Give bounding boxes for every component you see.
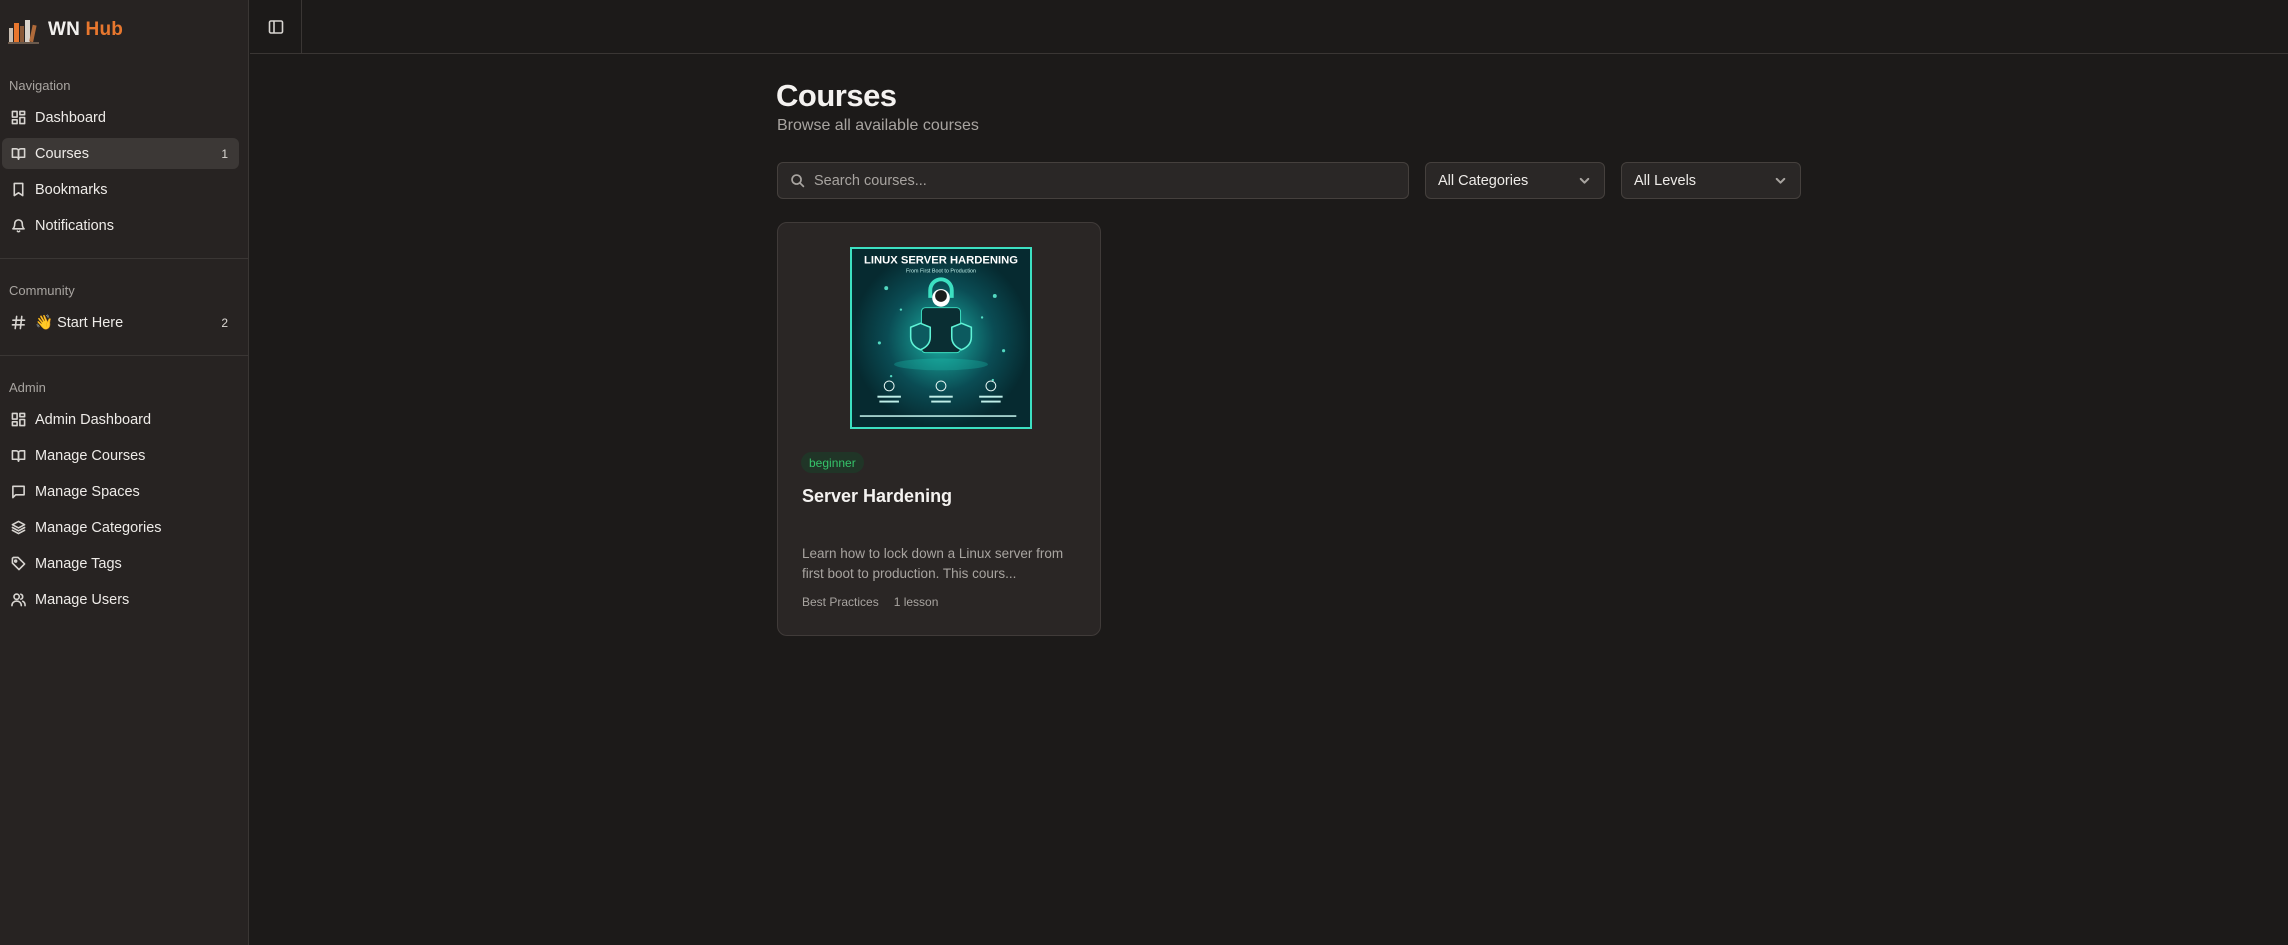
books-logo-icon <box>8 20 39 44</box>
sidebar-item-manage-courses[interactable]: Manage Courses <box>2 440 239 471</box>
hash-icon <box>10 315 26 331</box>
sidebar-item-admin-dashboard[interactable]: Admin Dashboard <box>2 404 239 435</box>
level-badge: beginner <box>801 452 864 473</box>
sidebar-divider <box>0 258 249 259</box>
sidebar-item-manage-spaces[interactable]: Manage Spaces <box>2 476 239 507</box>
sidebar-item-label: Admin Dashboard <box>35 411 152 428</box>
sidebar-item-label: Manage Courses <box>35 447 146 464</box>
sidebar-item-label: Manage Categories <box>35 519 162 536</box>
sidebar-item-label: Dashboard <box>35 109 106 126</box>
section-label-admin: Admin <box>9 380 46 395</box>
top-bar <box>250 0 2288 54</box>
bell-icon <box>10 218 26 234</box>
dashboard-grid-icon <box>10 110 26 126</box>
brand-logo-link[interactable]: WN Hub <box>8 16 123 44</box>
panel-left-icon <box>268 19 283 34</box>
sidebar-item-label: Courses <box>35 145 89 162</box>
sidebar-item-dashboard[interactable]: Dashboard <box>2 102 239 133</box>
sidebar-item-label: Manage Tags <box>35 555 122 572</box>
sidebar-item-start-here[interactable]: 👋 Start Here 2 <box>2 307 239 338</box>
book-open-icon <box>10 146 26 162</box>
category-filter-select[interactable]: All Categories <box>1425 162 1605 199</box>
brand-name: WN Hub <box>48 19 124 40</box>
course-card[interactable]: LINUX SERVER HARDENING From First Boot t… <box>777 222 1101 636</box>
message-square-icon <box>10 484 26 500</box>
thumbnail-subtitle: From First Boot to Production <box>906 268 976 274</box>
sidebar-divider <box>0 355 249 356</box>
sidebar-toggle-button[interactable] <box>250 0 302 53</box>
count-badge: 1 <box>221 146 228 161</box>
course-category: Best Practices <box>802 595 879 609</box>
dashboard-grid-icon <box>10 412 26 428</box>
count-badge: 2 <box>221 315 228 330</box>
course-thumbnail-image: LINUX SERVER HARDENING From First Boot t… <box>852 249 1030 427</box>
course-meta: Best Practices 1 lesson <box>802 595 938 609</box>
page-subtitle: Browse all available courses <box>777 117 979 134</box>
sidebar-item-courses[interactable]: Courses 1 <box>2 138 239 169</box>
course-title: Server Hardening <box>802 486 953 506</box>
tag-icon <box>10 556 26 572</box>
search-box[interactable] <box>777 162 1409 199</box>
level-filter-value: All Levels <box>1634 172 1697 189</box>
search-icon <box>791 174 805 188</box>
users-icon <box>10 592 26 608</box>
section-label-navigation: Navigation <box>9 78 71 93</box>
chevron-down-icon <box>1775 177 1786 184</box>
sidebar-item-bookmarks[interactable]: Bookmarks <box>2 174 239 205</box>
sidebar-item-notifications[interactable]: Notifications <box>2 210 239 241</box>
course-thumbnail: LINUX SERVER HARDENING From First Boot t… <box>850 247 1032 429</box>
sidebar-item-label: 👋 Start Here <box>35 315 124 331</box>
section-label-community: Community <box>9 283 75 298</box>
sidebar-item-label: Bookmarks <box>35 181 108 198</box>
sidebar-item-manage-tags[interactable]: Manage Tags <box>2 548 239 579</box>
level-filter-select[interactable]: All Levels <box>1621 162 1801 199</box>
bookmark-icon <box>10 182 26 198</box>
page-title: Courses <box>776 78 897 113</box>
sidebar-item-label: Manage Users <box>35 591 130 608</box>
layers-icon <box>10 520 26 536</box>
thumbnail-title: LINUX SERVER HARDENING <box>864 255 1018 267</box>
category-filter-value: All Categories <box>1438 172 1529 189</box>
book-open-icon <box>10 448 26 464</box>
sidebar: WN Hub Navigation Dashboard Courses 1 Bo… <box>0 0 249 945</box>
sidebar-item-label: Notifications <box>35 217 114 234</box>
sidebar-item-label: Manage Spaces <box>35 483 140 500</box>
chevron-down-icon <box>1579 177 1590 184</box>
course-description: Learn how to lock down a Linux server fr… <box>802 546 1064 581</box>
search-input[interactable] <box>814 172 1408 189</box>
lesson-count: 1 lesson <box>893 595 939 609</box>
sidebar-item-manage-users[interactable]: Manage Users <box>2 584 239 615</box>
sidebar-item-manage-categories[interactable]: Manage Categories <box>2 512 239 543</box>
